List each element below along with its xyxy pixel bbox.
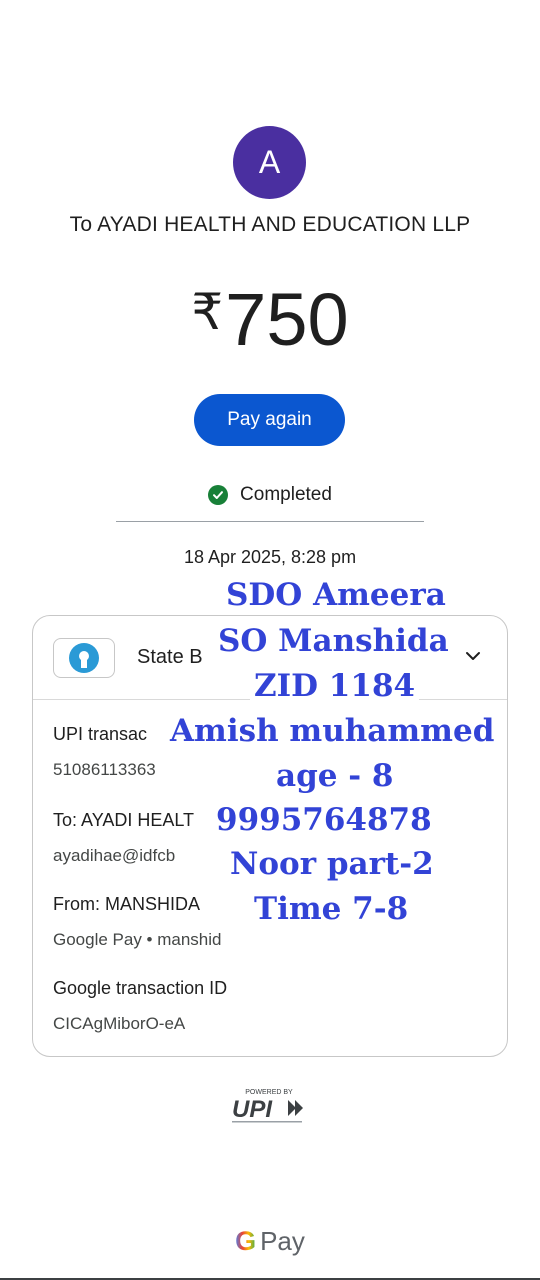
avatar-initial: A bbox=[258, 144, 281, 180]
google-transaction-id-label: Google transaction ID bbox=[53, 978, 228, 998]
upi-logo: POWERED BY UPI bbox=[232, 1089, 303, 1123]
overlay-line-3: ZID 1184 bbox=[250, 666, 420, 706]
payee-name: To AYADI HEALTH AND EDUCATION LLP bbox=[69, 213, 471, 236]
from-label: From: MANSHIDA bbox=[53, 894, 201, 914]
amount: ₹750 bbox=[0, 270, 540, 362]
amount-value: 750 bbox=[225, 278, 349, 361]
status-label: Completed bbox=[240, 484, 332, 505]
currency-symbol: ₹ bbox=[191, 284, 224, 340]
overlay-line-4: Amish muhammed bbox=[166, 711, 499, 751]
pay-again-button[interactable]: Pay again bbox=[194, 394, 345, 446]
bank-name: State B bbox=[137, 646, 203, 668]
to-upi-id: ayadihae@idfcb bbox=[53, 846, 176, 865]
google-g-icon: G bbox=[235, 1226, 257, 1256]
overlay-line-2: SO Manshida bbox=[214, 621, 453, 661]
upi-transaction-id-label: UPI transac bbox=[53, 724, 148, 744]
transaction-datetime: 18 Apr 2025, 8:28 pm bbox=[183, 547, 357, 567]
google-transaction-id-value: CICAgMiborO-eA bbox=[53, 1014, 186, 1033]
gpay-text: Pay bbox=[260, 1226, 305, 1256]
overlay-line-6: 9995764878 bbox=[212, 800, 436, 840]
chevron-down-icon[interactable] bbox=[465, 648, 481, 664]
overlay-line-7: Noor part-2 bbox=[226, 844, 438, 884]
from-value: Google Pay • manshid bbox=[53, 930, 222, 949]
bank-logo bbox=[53, 638, 115, 678]
check-circle-icon bbox=[208, 485, 229, 505]
overlay-line-8: Time 7-8 bbox=[250, 889, 413, 929]
sbi-icon bbox=[69, 643, 99, 673]
upi-transaction-id-value: 51086113363 bbox=[53, 760, 156, 779]
upi-text: UPI bbox=[232, 1096, 273, 1123]
status-row: Completed bbox=[0, 484, 540, 506]
google-pay-logo: G Pay bbox=[0, 1226, 540, 1257]
divider bbox=[116, 521, 424, 522]
avatar: A bbox=[233, 126, 306, 199]
overlay-line-5: age - 8 bbox=[272, 756, 398, 796]
to-label: To: AYADI HEALT bbox=[53, 810, 195, 830]
overlay-line-1: SDO Ameera bbox=[222, 575, 450, 615]
powered-by-text: POWERED BY bbox=[245, 1089, 293, 1096]
